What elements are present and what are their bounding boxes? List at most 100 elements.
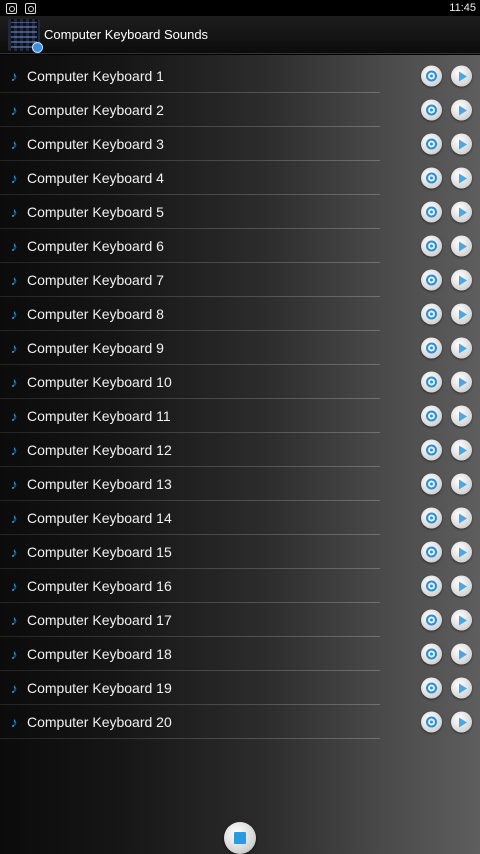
list-item[interactable]: ♪ Computer Keyboard 15 xyxy=(0,535,480,569)
sound-label: Computer Keyboard 20 xyxy=(27,714,172,730)
app-icon[interactable] xyxy=(8,18,43,53)
sound-label: Computer Keyboard 8 xyxy=(27,306,164,322)
music-note-icon: ♪ xyxy=(10,510,18,526)
gear-icon xyxy=(426,512,437,524)
play-button[interactable] xyxy=(451,337,472,359)
play-icon xyxy=(458,547,467,557)
gear-icon xyxy=(426,274,437,286)
play-button[interactable] xyxy=(451,643,472,665)
settings-button[interactable] xyxy=(421,439,442,461)
settings-button[interactable] xyxy=(421,677,442,699)
app-badge-icon xyxy=(32,41,43,53)
play-button[interactable] xyxy=(451,371,472,393)
list-item[interactable]: ♪ Computer Keyboard 16 xyxy=(0,569,480,603)
sound-label: Computer Keyboard 5 xyxy=(27,204,164,220)
play-button[interactable] xyxy=(451,269,472,291)
list-item[interactable]: ♪ Computer Keyboard 4 xyxy=(0,161,480,195)
play-button[interactable] xyxy=(451,133,472,155)
settings-button[interactable] xyxy=(421,65,442,87)
gear-icon xyxy=(426,648,437,660)
list-item[interactable]: ♪ Computer Keyboard 20 xyxy=(0,705,480,739)
list-item[interactable]: ♪ Computer Keyboard 7 xyxy=(0,263,480,297)
gear-icon xyxy=(426,376,437,388)
status-time: 11:45 xyxy=(449,2,476,14)
settings-button[interactable] xyxy=(421,541,442,563)
gallery-icon xyxy=(25,2,36,14)
play-icon xyxy=(458,445,467,455)
sound-list: ♪ Computer Keyboard 1 ♪ Computer Keyboard 2… xyxy=(0,59,480,739)
list-item[interactable]: ♪ Computer Keyboard 12 xyxy=(0,433,480,467)
list-item[interactable]: ♪ Computer Keyboard 19 xyxy=(0,671,480,705)
music-note-icon: ♪ xyxy=(10,102,18,118)
play-button[interactable] xyxy=(451,507,472,529)
settings-button[interactable] xyxy=(421,133,442,155)
list-item[interactable]: ♪ Computer Keyboard 3 xyxy=(0,127,480,161)
action-bar: Computer Keyboard Sounds xyxy=(0,16,480,54)
settings-button[interactable] xyxy=(421,473,442,495)
play-button[interactable] xyxy=(451,677,472,699)
list-item[interactable]: ♪ Computer Keyboard 13 xyxy=(0,467,480,501)
settings-button[interactable] xyxy=(421,405,442,427)
music-note-icon: ♪ xyxy=(10,544,18,560)
play-button[interactable] xyxy=(451,711,472,733)
music-note-icon: ♪ xyxy=(10,170,18,186)
list-item[interactable]: ♪ Computer Keyboard 2 xyxy=(0,93,480,127)
music-note-icon: ♪ xyxy=(10,578,18,594)
settings-button[interactable] xyxy=(421,167,442,189)
play-button[interactable] xyxy=(451,439,472,461)
screenshot-icon xyxy=(6,2,17,14)
play-button[interactable] xyxy=(451,575,472,597)
music-note-icon: ♪ xyxy=(10,442,18,458)
gear-icon xyxy=(426,546,437,558)
list-item[interactable]: ♪ Computer Keyboard 14 xyxy=(0,501,480,535)
play-icon xyxy=(458,717,467,727)
list-item[interactable]: ♪ Computer Keyboard 1 xyxy=(0,59,480,93)
play-button[interactable] xyxy=(451,167,472,189)
music-note-icon: ♪ xyxy=(10,272,18,288)
settings-button[interactable] xyxy=(421,235,442,257)
settings-button[interactable] xyxy=(421,507,442,529)
play-button[interactable] xyxy=(451,405,472,427)
sound-label: Computer Keyboard 11 xyxy=(27,408,171,424)
sound-label: Computer Keyboard 14 xyxy=(27,510,172,526)
gear-icon xyxy=(426,308,437,320)
list-item[interactable]: ♪ Computer Keyboard 11 xyxy=(0,399,480,433)
settings-button[interactable] xyxy=(421,337,442,359)
play-icon xyxy=(458,343,467,353)
play-button[interactable] xyxy=(451,65,472,87)
play-button[interactable] xyxy=(451,609,472,631)
play-button[interactable] xyxy=(451,541,472,563)
sound-label: Computer Keyboard 15 xyxy=(27,544,172,560)
list-item[interactable]: ♪ Computer Keyboard 5 xyxy=(0,195,480,229)
sound-label: Computer Keyboard 18 xyxy=(27,646,172,662)
settings-button[interactable] xyxy=(421,303,442,325)
play-icon xyxy=(458,479,467,489)
app-title: Computer Keyboard Sounds xyxy=(44,27,209,42)
play-button[interactable] xyxy=(451,201,472,223)
gear-icon xyxy=(426,410,437,422)
list-item[interactable]: ♪ Computer Keyboard 6 xyxy=(0,229,480,263)
settings-button[interactable] xyxy=(421,575,442,597)
settings-button[interactable] xyxy=(421,643,442,665)
settings-button[interactable] xyxy=(421,609,442,631)
stop-button[interactable] xyxy=(224,822,256,854)
settings-button[interactable] xyxy=(421,99,442,121)
gear-icon xyxy=(426,716,437,728)
list-item[interactable]: ♪ Computer Keyboard 17 xyxy=(0,603,480,637)
list-item[interactable]: ♪ Computer Keyboard 9 xyxy=(0,331,480,365)
settings-button[interactable] xyxy=(421,201,442,223)
settings-button[interactable] xyxy=(421,269,442,291)
play-button[interactable] xyxy=(451,235,472,257)
list-item[interactable]: ♪ Computer Keyboard 18 xyxy=(0,637,480,671)
gear-icon xyxy=(426,240,437,252)
play-button[interactable] xyxy=(451,303,472,325)
music-note-icon: ♪ xyxy=(10,680,18,696)
list-item[interactable]: ♪ Computer Keyboard 8 xyxy=(0,297,480,331)
play-button[interactable] xyxy=(451,473,472,495)
sound-label: Computer Keyboard 12 xyxy=(27,442,172,458)
settings-button[interactable] xyxy=(421,371,442,393)
list-item[interactable]: ♪ Computer Keyboard 10 xyxy=(0,365,480,399)
settings-button[interactable] xyxy=(421,711,442,733)
music-note-icon: ♪ xyxy=(10,68,18,84)
play-button[interactable] xyxy=(451,99,472,121)
